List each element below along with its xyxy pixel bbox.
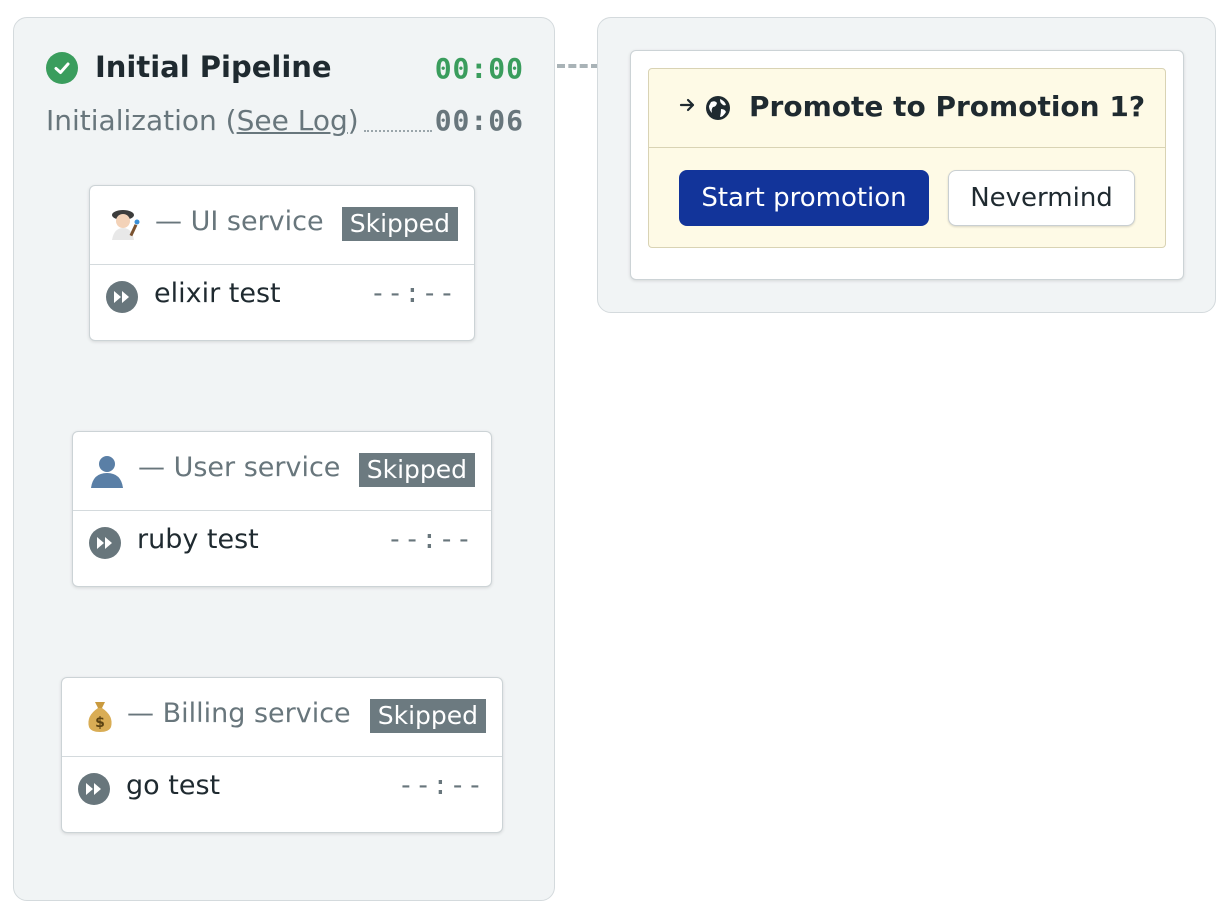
job-name: ruby test [137,524,259,555]
block-user-service[interactable]: — User service Skipped ruby test --:-- [72,431,492,587]
promotion-panel: Promote to Promotion 1? Start promotion … [597,17,1216,313]
initialization-close: ) [347,104,359,137]
initialization-label: Initialization ( [46,104,237,137]
job-name: elixir test [154,278,281,309]
nevermind-button[interactable]: Nevermind [948,170,1135,226]
pipeline-connector [557,64,599,68]
check-circle-icon [46,52,78,84]
money-bag-icon: $ [82,698,118,734]
block-header: — UI service Skipped [90,186,474,265]
job-name: go test [126,770,221,801]
job-duration: --:-- [397,770,484,801]
svg-text:$: $ [95,715,105,731]
block-billing-service[interactable]: $ — Billing service Skipped go test --:-… [61,677,503,833]
skipped-fast-forward-icon [78,773,110,805]
promotion-card: Promote to Promotion 1? Start promotion … [630,50,1184,280]
block-name: — User service [138,452,341,483]
user-silhouette-icon [89,452,125,488]
dotted-leader [364,130,432,132]
globe-icon [705,95,731,121]
pipeline-duration: 00:00 [434,52,524,85]
status-badge: Skipped [369,699,486,733]
block-name: — UI service [155,206,324,237]
job-duration: --:-- [369,278,456,309]
start-promotion-button[interactable]: Start promotion [679,170,929,226]
status-badge: Skipped [341,207,458,241]
job-row[interactable]: ruby test --:-- [73,511,491,587]
job-row[interactable]: elixir test --:-- [90,265,474,341]
promotion-header: Promote to Promotion 1? [649,69,1165,148]
skipped-fast-forward-icon [106,281,138,313]
pipeline-title: Initial Pipeline [95,50,332,84]
initialization-row: Initialization (See Log) 00:06 [46,104,524,140]
job-duration: --:-- [386,524,473,555]
skipped-fast-forward-icon [89,527,121,559]
block-name: — Billing service [127,698,351,729]
block-header: $ — Billing service Skipped [62,678,502,757]
arrow-right-icon [679,95,697,120]
see-log-link[interactable]: See Log [237,104,348,137]
job-row[interactable]: go test --:-- [62,757,502,833]
block-header: — User service Skipped [73,432,491,511]
pipeline-panel: Initial Pipeline 00:00 Initialization (S… [13,17,555,901]
status-badge: Skipped [358,453,475,487]
block-ui-service[interactable]: — UI service Skipped elixir test --:-- [89,185,475,341]
pipeline-header: Initial Pipeline 00:00 [46,50,524,85]
initialization-duration: 00:06 [434,104,524,137]
promotion-confirm-box: Promote to Promotion 1? Start promotion … [648,68,1166,248]
promotion-title: Promote to Promotion 1? [749,90,1146,123]
artist-emoji-icon [106,206,142,242]
